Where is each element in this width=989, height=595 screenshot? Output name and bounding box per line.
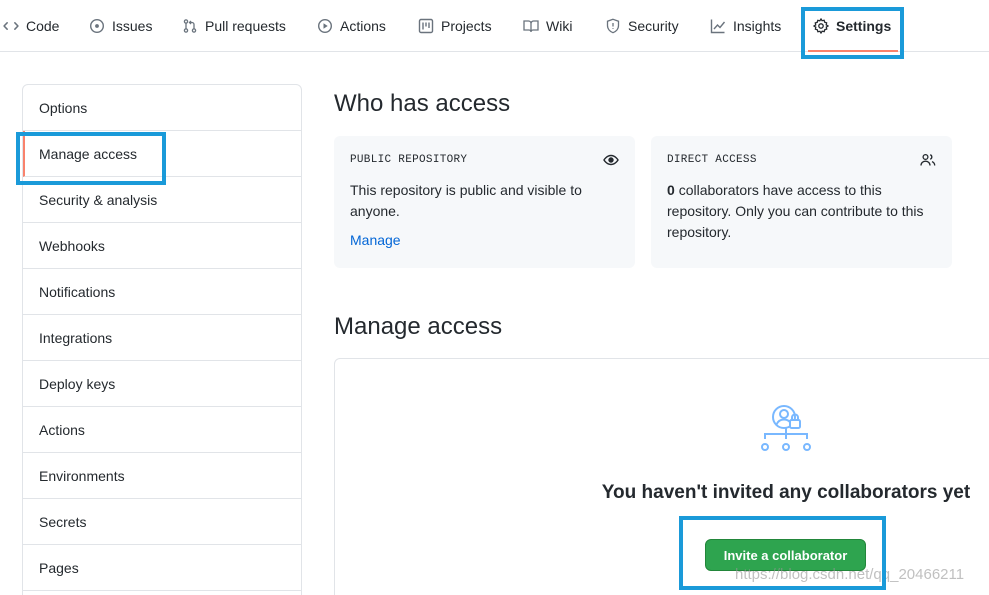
tab-label: Pull requests	[205, 18, 286, 34]
tab-label: Insights	[733, 18, 782, 34]
manage-visibility-link[interactable]: Manage	[350, 232, 401, 248]
manage-access-heading: Manage access	[334, 313, 503, 340]
sidebar-item-label: Pages	[39, 559, 79, 576]
sidebar-item-integrations[interactable]: Integrations	[23, 315, 301, 361]
tab-projects[interactable]: Projects	[418, 0, 492, 52]
sidebar-item-label: Actions	[39, 421, 85, 438]
tab-label: Issues	[112, 18, 153, 34]
direct-access-card: DIRECT ACCESS 0 collaborators have acces…	[651, 136, 952, 268]
sidebar-item-label: Deploy keys	[39, 375, 116, 392]
collaborators-lock-icon	[761, 405, 811, 451]
tab-label: Code	[26, 18, 60, 34]
card-description: This repository is public and visible to…	[350, 182, 582, 219]
sidebar-item-label: Notifications	[39, 283, 116, 300]
collaborator-count: 0	[667, 182, 675, 198]
manage-access-panel	[334, 358, 989, 595]
sidebar-item-label: Environments	[39, 467, 125, 484]
eye-icon	[603, 152, 619, 168]
sidebar-item-label: Security & analysis	[39, 191, 158, 208]
sidebar-item-manage-access[interactable]: Manage access	[23, 131, 301, 177]
project-icon	[418, 18, 434, 34]
sidebar-item-label: Integrations	[39, 329, 113, 346]
sidebar-item-options[interactable]: Options	[23, 85, 301, 131]
tab-label: Settings	[836, 18, 892, 34]
tab-settings[interactable]: Settings	[813, 0, 891, 52]
selected-tab-underline	[808, 50, 898, 52]
tab-label: Security	[628, 18, 679, 34]
gear-icon	[813, 18, 829, 34]
sidebar-item-actions[interactable]: Actions	[23, 407, 301, 453]
sidebar-item-label: Secrets	[39, 513, 87, 530]
card-label: PUBLIC REPOSITORY	[350, 154, 468, 166]
sidebar-item-environments[interactable]: Environments	[23, 453, 301, 499]
tab-actions[interactable]: Actions	[317, 0, 386, 52]
card-label: DIRECT ACCESS	[667, 154, 757, 166]
sidebar-item-label: Webhooks	[39, 237, 105, 254]
shield-icon	[605, 18, 621, 34]
people-icon	[920, 152, 936, 168]
sidebar-item-label: Options	[39, 99, 88, 116]
direct-access-text: collaborators have access to this reposi…	[667, 182, 924, 240]
tab-security[interactable]: Security	[605, 0, 679, 52]
sidebar-item-pages[interactable]: Pages	[23, 545, 301, 591]
tab-wiki[interactable]: Wiki	[523, 0, 572, 52]
code-icon	[3, 18, 19, 34]
git-pull-request-icon	[182, 18, 198, 34]
sidebar-item-label: Manage access	[39, 145, 138, 162]
sidebar-item-webhooks[interactable]: Webhooks	[23, 223, 301, 269]
tab-code[interactable]: Code	[3, 0, 59, 52]
tab-pull-requests[interactable]: Pull requests	[182, 0, 286, 52]
sidebar-item-deploy-keys[interactable]: Deploy keys	[23, 361, 301, 407]
tab-insights[interactable]: Insights	[710, 0, 781, 52]
graph-icon	[710, 18, 726, 34]
sidebar-item-security-analysis[interactable]: Security & analysis	[23, 177, 301, 223]
repo-nav: Code Issues Pull requests Actions Projec…	[0, 0, 989, 52]
settings-sidebar: Options Manage access Security & analysi…	[22, 84, 302, 595]
who-has-access-heading: Who has access	[334, 90, 511, 117]
tab-issues[interactable]: Issues	[89, 0, 152, 52]
play-icon	[317, 18, 333, 34]
card-description: 0 collaborators have access to this repo…	[667, 180, 939, 243]
sidebar-item-secrets[interactable]: Secrets	[23, 499, 301, 545]
issue-opened-icon	[89, 18, 105, 34]
tab-label: Actions	[340, 18, 386, 34]
book-icon	[523, 18, 539, 34]
public-repository-card: PUBLIC REPOSITORY This repository is pub…	[334, 136, 635, 268]
no-collaborators-title: You haven't invited any collaborators ye…	[601, 482, 971, 503]
sidebar-item-notifications[interactable]: Notifications	[23, 269, 301, 315]
tab-label: Wiki	[546, 18, 573, 34]
watermark-text: https://blog.csdn.net/qq_20466211	[735, 566, 965, 583]
tab-label: Projects	[441, 18, 492, 34]
